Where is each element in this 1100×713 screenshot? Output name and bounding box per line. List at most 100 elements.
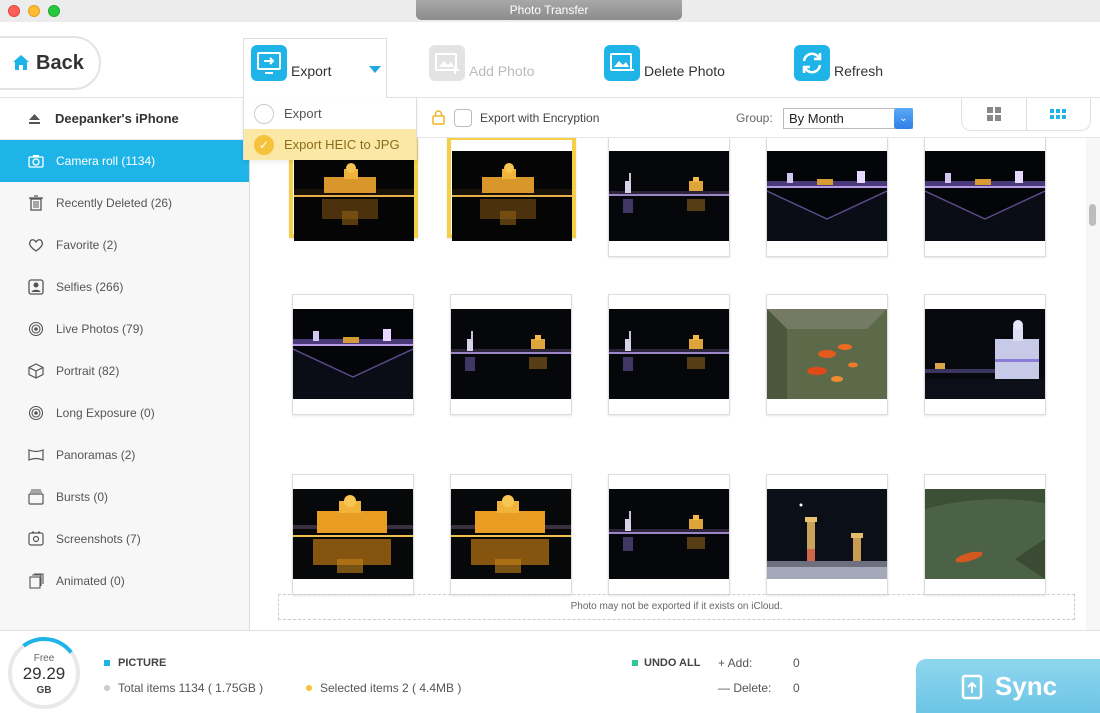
group-select-value: By Month: [789, 111, 844, 126]
sidebar-item-label: Animated (0): [56, 574, 125, 588]
add-photo-button[interactable]: Add Photo: [429, 45, 534, 81]
back-label: Back: [36, 51, 84, 74]
sync-label: Sync: [994, 671, 1058, 701]
export-radio[interactable]: [254, 103, 274, 124]
selfie-icon: [28, 279, 44, 295]
sidebar-item[interactable]: Live Photos (79): [0, 308, 249, 350]
sidebar-item-label: Long Exposure (0): [56, 406, 155, 420]
photo-image: [451, 309, 571, 399]
sidebar-item-label: Selfies (266): [56, 280, 124, 294]
sidebar-item-label: Camera roll (1134): [56, 154, 156, 168]
sidebar-item-label: Portrait (82): [56, 364, 120, 378]
sidebar-item[interactable]: Camera roll (1134): [0, 140, 249, 182]
sidebar-item[interactable]: Long Exposure (0): [0, 392, 249, 434]
sidebar-item[interactable]: Favorite (2): [0, 224, 249, 266]
lock-icon: [432, 110, 445, 125]
undo-all-label: UNDO ALL: [644, 657, 701, 669]
sidebar-item[interactable]: Panoramas (2): [0, 434, 249, 476]
close-window-button[interactable]: [8, 5, 20, 17]
status-bar: Free 29.29 GB PICTURE Total items 1134 (…: [0, 630, 1100, 713]
minimize-window-button[interactable]: [28, 5, 40, 17]
icloud-note: Photo may not be exported if it exists o…: [278, 594, 1075, 620]
window-title: Photo Transfer: [416, 0, 682, 20]
export-button[interactable]: Export: [251, 45, 331, 81]
sidebar-item[interactable]: Animated (0): [0, 560, 249, 602]
total-items: Total items 1134 ( 1.75GB ): [104, 681, 263, 695]
photo-thumbnail[interactable]: [447, 138, 576, 241]
delete-photo-icon: [604, 45, 640, 81]
add-value: 0: [793, 656, 800, 670]
storage-gauge: Free 29.29 GB: [3, 632, 85, 713]
delete-photo-button[interactable]: Delete Photo: [604, 45, 725, 81]
photo-thumbnail[interactable]: [608, 138, 730, 257]
trash-icon: [28, 195, 44, 211]
selected-marker: [306, 685, 312, 691]
scrollbar-thumb[interactable]: [1089, 204, 1096, 226]
refresh-button[interactable]: Refresh: [794, 45, 883, 81]
sync-button[interactable]: Sync: [916, 659, 1100, 713]
encryption-checkbox[interactable]: [454, 109, 472, 127]
scrollbar[interactable]: [1086, 138, 1100, 630]
sidebar-item[interactable]: Recently Deleted (26): [0, 182, 249, 224]
export-heic-to-jpg-option[interactable]: ✓ Export HEIC to JPG: [244, 129, 416, 160]
long-exposure-icon: [28, 405, 44, 421]
photo-thumbnail[interactable]: [292, 474, 414, 595]
encryption-label: Export with Encryption: [480, 111, 600, 125]
photo-thumbnail[interactable]: [766, 138, 888, 257]
undo-marker: [632, 660, 638, 666]
photo-image: [451, 489, 571, 579]
photo-thumbnail[interactable]: [608, 294, 730, 415]
sidebar-item[interactable]: Portrait (82): [0, 350, 249, 392]
total-marker: [104, 685, 110, 691]
sidebar-item[interactable]: Selfies (266): [0, 266, 249, 308]
photo-thumbnail[interactable]: [924, 474, 1046, 595]
photo-thumbnail[interactable]: [450, 294, 572, 415]
small-grid-view-button[interactable]: [1027, 98, 1091, 130]
back-button[interactable]: Back: [0, 36, 101, 90]
checkmark-icon[interactable]: ✓: [254, 134, 274, 155]
screenshot-icon: [28, 531, 44, 547]
sidebar-item[interactable]: Bursts (0): [0, 476, 249, 518]
export-icon: [251, 45, 287, 81]
photo-image: [293, 489, 413, 579]
photo-image: [767, 309, 887, 399]
delete-label: — Delete:: [718, 681, 772, 695]
export-dropdown-menu: Export ✓ Export HEIC to JPG: [243, 98, 417, 160]
photo-image: [609, 309, 729, 399]
photo-thumbnail[interactable]: [924, 138, 1046, 257]
sidebar-item-label: Live Photos (79): [56, 322, 144, 336]
free-value: 29.29: [22, 664, 66, 683]
export-option[interactable]: Export: [244, 98, 416, 129]
eject-icon[interactable]: [28, 113, 41, 125]
total-items-text: Total items 1134 ( 1.75GB ): [118, 681, 264, 695]
group-select[interactable]: By Month ⌄: [783, 108, 913, 129]
zoom-window-button[interactable]: [48, 5, 60, 17]
photo-thumbnail[interactable]: [292, 294, 414, 415]
export-option-label: Export: [284, 106, 322, 121]
photo-thumbnail[interactable]: [450, 474, 572, 595]
photo-thumbnail[interactable]: [608, 474, 730, 595]
cube-icon: [28, 363, 44, 379]
group-label: Group:: [736, 111, 773, 125]
select-arrow-icon: ⌄: [894, 108, 913, 129]
photo-thumbnail[interactable]: [766, 474, 888, 595]
encryption-option[interactable]: Export with Encryption: [454, 109, 599, 127]
category-label: PICTURE: [104, 657, 166, 669]
export-heic-option-label: Export HEIC to JPG: [284, 137, 400, 152]
large-grid-view-button[interactable]: [962, 98, 1027, 130]
photo-image: [925, 489, 1045, 579]
heart-icon: [28, 237, 44, 253]
photo-thumbnail[interactable]: [924, 294, 1046, 415]
sidebar-item-label: Screenshots (7): [56, 532, 141, 546]
photo-thumbnail[interactable]: [766, 294, 888, 415]
export-dropdown-caret-icon[interactable]: [369, 66, 381, 73]
delete-photo-label: Delete Photo: [644, 63, 725, 79]
device-header[interactable]: Deepanker's iPhone: [0, 98, 249, 140]
sidebar: Deepanker's iPhone Camera roll (1134) Rec…: [0, 98, 250, 630]
sidebar-item[interactable]: Screenshots (7): [0, 518, 249, 560]
sync-icon: [961, 674, 983, 699]
add-photo-label: Add Photo: [469, 63, 535, 79]
undo-all-button[interactable]: UNDO ALL: [632, 657, 700, 669]
bursts-icon: [28, 489, 44, 505]
refresh-icon: [794, 45, 830, 81]
